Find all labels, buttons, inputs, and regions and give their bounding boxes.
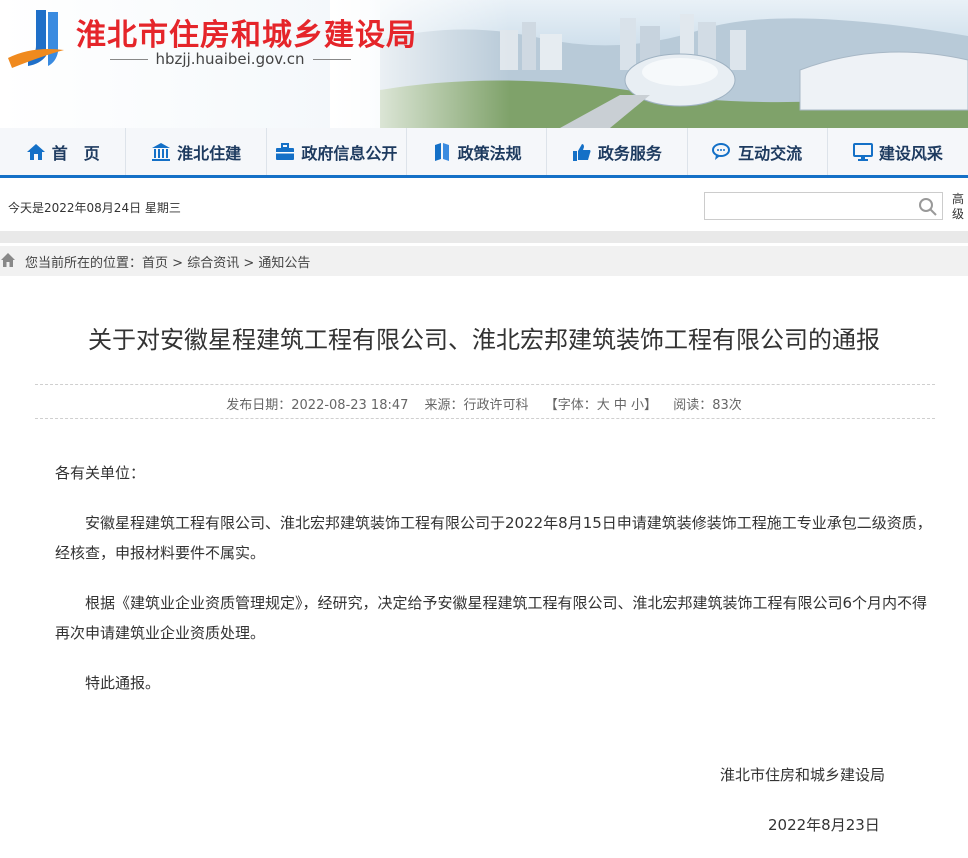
bureau-logo-icon: [8, 10, 64, 68]
search-input[interactable]: [705, 193, 905, 219]
publish-date: 发布日期：2022-08-23 18:47: [226, 398, 409, 413]
chat-icon: [712, 142, 731, 160]
article-title: 关于对安徽星程建筑工程有限公司、淮北宏邦建筑装饰工程有限公司的通报: [88, 326, 880, 354]
briefcase-icon: [276, 142, 295, 160]
article-signature: 淮北市住房和城乡建设局: [720, 766, 886, 784]
article-paragraph: 根据《建筑业企业资质管理规定》，经研究，决定给予安徽星程建筑工程有限公司、淮北宏…: [55, 594, 928, 642]
breadcrumb: 您当前所在的位置：首页 > 综合资讯 > 通知公告: [0, 246, 968, 276]
nav-item-label: 建设风采: [878, 143, 943, 163]
read-count: 阅读：83次: [673, 398, 742, 413]
nav-item-label: 政府信息公开: [301, 143, 398, 163]
nav-item-label: 政策法规: [457, 143, 522, 163]
article-paragraph: 特此通报。: [85, 674, 161, 692]
main-nav: 首 页 淮北住建 政府信息公开 政策法规 政务服务 互动交流 建设风采: [0, 128, 968, 178]
font-size-large[interactable]: 大: [597, 398, 610, 413]
article-source: 来源：行政许可科: [424, 398, 529, 413]
breadcrumb-separator: >: [168, 256, 188, 271]
nav-item-showcase[interactable]: 建设风采: [828, 128, 968, 175]
thumbs-up-icon: [572, 143, 591, 161]
divider: [35, 418, 935, 419]
advanced-search-link[interactable]: 高级搜索: [952, 192, 968, 222]
book-icon: [434, 142, 449, 161]
nav-item-services[interactable]: 政务服务: [547, 128, 688, 175]
search-icon[interactable]: [918, 197, 938, 217]
nav-item-label: 互动交流: [738, 143, 803, 163]
home-icon: [26, 143, 45, 160]
nav-item-label: 淮北住建: [177, 143, 242, 163]
article-sign-date: 2022年8月23日: [768, 816, 880, 834]
location-home-icon: [1, 253, 15, 267]
breadcrumb-notices[interactable]: 通知公告: [258, 256, 310, 271]
nav-item-policy[interactable]: 政策法规: [407, 128, 548, 175]
search-box: [704, 192, 943, 220]
today-date: 今天是2022年08月24日 星期三: [8, 201, 181, 215]
site-domain: hbzjj.huaibei.gov.cn: [80, 50, 380, 68]
breadcrumb-separator: >: [239, 256, 259, 271]
font-size-medium[interactable]: 中: [614, 398, 627, 413]
font-size-switcher: 【字体：大 中 小】: [544, 398, 658, 413]
article-salutation: 各有关单位：: [55, 464, 146, 482]
building-icon: [152, 142, 171, 161]
article-paragraph: 安徽星程建筑工程有限公司、淮北宏邦建筑装饰工程有限公司于2022年8月15日申请…: [55, 514, 932, 562]
monitor-icon: [852, 142, 873, 161]
site-title: 淮北市住房和城乡建设局: [76, 18, 417, 53]
nav-item-gov-info[interactable]: 政府信息公开: [267, 128, 407, 175]
nav-item-home[interactable]: 首 页: [0, 128, 127, 175]
divider: [35, 384, 935, 385]
nav-item-huaibei-zhujian[interactable]: 淮北住建: [126, 128, 267, 175]
nav-item-label: 政务服务: [597, 143, 662, 163]
site-banner: 淮北市住房和城乡建设局 hbzjj.huaibei.gov.cn: [0, 0, 968, 128]
breadcrumb-prefix: 您当前所在的位置：: [25, 256, 143, 271]
breadcrumb-news[interactable]: 综合资讯: [187, 256, 239, 271]
breadcrumb-home[interactable]: 首页: [142, 256, 168, 271]
breadcrumb-trail: 您当前所在的位置：首页 > 综合资讯 > 通知公告: [25, 252, 310, 271]
divider-strip: [0, 231, 968, 243]
article-meta: 发布日期：2022-08-23 18:47 来源：行政许可科 【字体：大 中 小…: [0, 394, 968, 413]
nav-item-interaction[interactable]: 互动交流: [688, 128, 828, 175]
font-size-small[interactable]: 小: [631, 398, 644, 413]
nav-item-label: 首 页: [51, 143, 100, 163]
